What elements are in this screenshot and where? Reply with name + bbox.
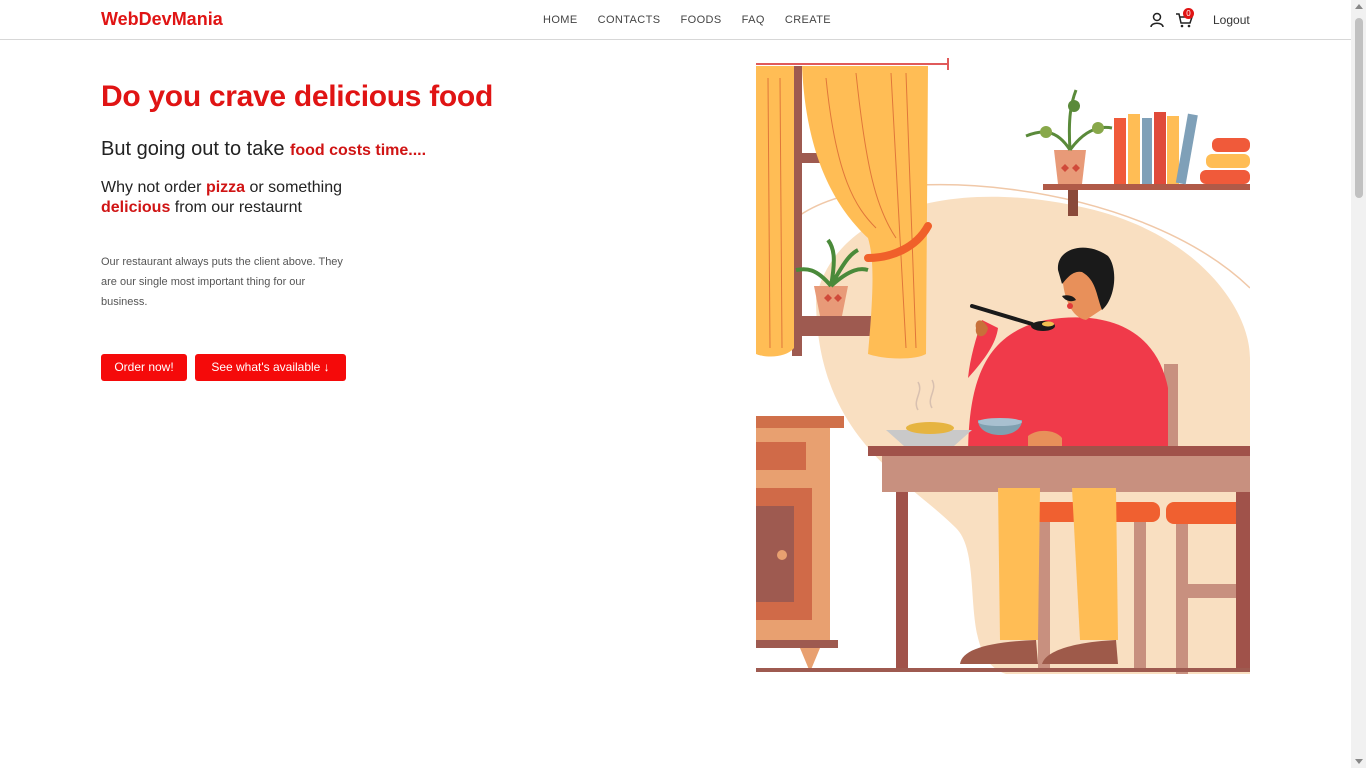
- man-eating-illustration: [756, 58, 1250, 674]
- nav-create[interactable]: CREATE: [785, 14, 831, 26]
- hero-description: Our restaurant always puts the client ab…: [101, 256, 343, 308]
- hero-subtitle: But going out to take food costs time...…: [101, 138, 426, 161]
- top-navbar: WebDevMania HOME CONTACTS FOODS FAQ CREA…: [0, 0, 1351, 40]
- page-scrollbar[interactable]: [1351, 0, 1366, 768]
- tagline-pizza: pizza: [205, 179, 246, 196]
- nav-links: HOME CONTACTS FOODS FAQ CREATE: [543, 14, 851, 26]
- nav-contacts[interactable]: CONTACTS: [598, 14, 661, 26]
- tagline-part: Why not order: [101, 179, 206, 196]
- nav-foods[interactable]: FOODS: [681, 14, 722, 26]
- user-icon[interactable]: [1149, 12, 1165, 28]
- order-now-button[interactable]: Order now!: [101, 354, 187, 381]
- scroll-up-arrow-icon[interactable]: [1355, 4, 1363, 9]
- tagline-part: from our restaurnt: [170, 199, 302, 216]
- hero-title: Do you crave delicious food: [101, 80, 493, 113]
- logout-link[interactable]: Logout: [1213, 13, 1250, 27]
- hero-subtitle-emphasis: food costs time....: [290, 142, 427, 159]
- see-available-button[interactable]: See what's available ↓: [195, 354, 346, 381]
- hero-tagline: Why not order pizza or something delicio…: [101, 178, 401, 218]
- nav-home[interactable]: HOME: [543, 14, 578, 26]
- scroll-down-arrow-icon[interactable]: [1355, 759, 1363, 764]
- tagline-delicious: delicious: [101, 199, 171, 216]
- scrollbar-thumb[interactable]: [1355, 18, 1363, 198]
- nav-faq[interactable]: FAQ: [742, 14, 765, 26]
- cart-count-badge: 0: [1183, 8, 1194, 19]
- hero-subtitle-text: But going out to take: [101, 138, 291, 160]
- tagline-part: or something: [245, 179, 343, 196]
- brand-logo[interactable]: WebDevMania: [101, 9, 223, 30]
